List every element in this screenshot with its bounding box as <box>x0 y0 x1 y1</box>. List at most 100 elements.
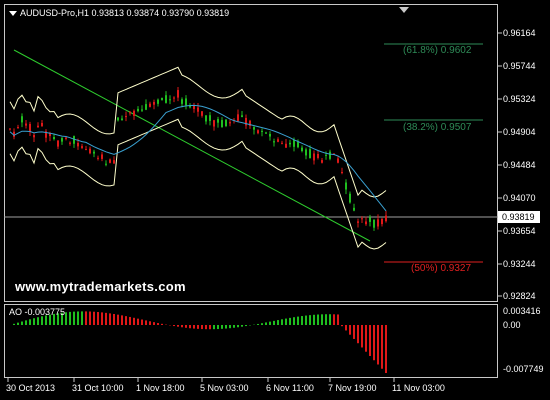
price-tick-label: 0.93654 <box>503 226 536 236</box>
ao-bar <box>173 325 175 327</box>
candle-body <box>217 119 219 123</box>
candle-body <box>305 149 307 156</box>
ao-bar <box>125 316 127 325</box>
time-tick-label: 5 Nov 03:00 <box>200 383 249 393</box>
ao-bar <box>257 323 259 325</box>
candle-body <box>165 95 167 103</box>
ao-bar <box>337 314 339 325</box>
candle-body <box>25 123 27 126</box>
ao-bar <box>205 325 207 330</box>
ao-bar <box>265 322 267 325</box>
ao-bar <box>317 314 319 325</box>
ao-bar <box>157 323 159 325</box>
candle-body <box>129 112 131 114</box>
candle-body <box>109 159 111 163</box>
ao-bar <box>309 315 311 325</box>
candle-body <box>277 139 279 142</box>
ao-bar <box>153 322 155 325</box>
ao-bar <box>213 325 215 330</box>
ao-bar <box>33 318 35 325</box>
ao-bar <box>269 321 271 325</box>
chart-canvas <box>4 32 502 382</box>
candle-body <box>157 99 159 104</box>
ao-bar <box>137 318 139 325</box>
candle-body <box>177 90 179 98</box>
candle-body <box>265 132 267 134</box>
time-tick-label: 11 Nov 03:00 <box>392 383 445 393</box>
fib-level-label: (38.2%) 0.9507 <box>403 122 472 133</box>
ao-tick-label: 0.00 <box>503 320 521 330</box>
ao-bar <box>101 312 103 325</box>
ao-bar <box>229 325 231 329</box>
candle-body <box>33 135 35 138</box>
ao-bar <box>85 311 87 325</box>
candle-body <box>153 101 155 105</box>
candle-body <box>69 142 71 144</box>
ao-bar <box>365 325 367 352</box>
candle-body <box>85 148 87 150</box>
ao-bar <box>193 325 195 329</box>
candle-body <box>293 139 295 147</box>
candle-body <box>81 146 83 148</box>
ao-bar <box>349 325 351 335</box>
candle-body <box>273 141 275 143</box>
price-tick-label: 0.94904 <box>503 127 536 137</box>
candle-body <box>353 207 355 211</box>
ao-bar <box>93 311 95 325</box>
price-tick-label: 0.95744 <box>503 61 536 71</box>
ao-bar <box>129 316 131 325</box>
candle-body <box>73 136 75 144</box>
ao-bar <box>361 325 363 348</box>
ao-bar <box>301 316 303 325</box>
one-click-trading-icon[interactable] <box>399 7 409 13</box>
candle-body <box>357 221 359 223</box>
watermark-text: www.mytrademarkets.com <box>15 279 186 294</box>
ao-bar <box>77 311 79 325</box>
ao-bar <box>121 315 123 325</box>
ao-bar <box>13 323 15 325</box>
candle-body <box>141 109 143 111</box>
ao-bar <box>73 311 75 325</box>
ao-bar <box>241 325 243 327</box>
chart-menu-arrow-icon[interactable] <box>9 11 17 16</box>
candle-body <box>193 105 195 110</box>
candle-body <box>9 128 11 130</box>
ao-bar <box>293 317 295 325</box>
ao-bar <box>289 317 291 325</box>
ao-bar <box>89 311 91 325</box>
ao-bar <box>261 323 263 325</box>
candle-body <box>385 215 387 222</box>
candle-body <box>89 148 91 154</box>
ao-bar <box>145 320 147 325</box>
current-price-label: 0.93819 <box>498 211 540 223</box>
ao-bar <box>17 322 19 325</box>
ao-bar <box>105 312 107 325</box>
ao-bar <box>97 312 99 325</box>
ao-bar <box>373 325 375 361</box>
price-tick-label: 0.92824 <box>503 291 536 301</box>
time-tick-label: 6 Nov 11:00 <box>266 383 314 393</box>
candle-body <box>341 171 343 173</box>
candle-body <box>137 108 139 112</box>
price-tick-label: 0.95324 <box>503 94 536 104</box>
ao-bar <box>113 313 115 325</box>
candle-body <box>93 151 95 154</box>
price-tick-label: 0.94070 <box>503 193 536 203</box>
price-tick-label: 0.96164 <box>503 28 536 38</box>
ao-bar <box>69 311 71 325</box>
ao-tick-label: -0.007749 <box>503 364 544 374</box>
candle-body <box>281 142 283 144</box>
candle-body <box>365 221 367 225</box>
candle-body <box>185 98 187 106</box>
ao-bar <box>117 314 119 325</box>
candle-body <box>325 154 327 156</box>
candle-body <box>237 114 239 121</box>
ao-bar <box>237 325 239 328</box>
ao-indicator-label: AO -0.003775 <box>9 307 66 317</box>
upper-band-line <box>9 66 387 198</box>
candle-body <box>373 219 375 228</box>
candle-body <box>209 115 211 121</box>
symbol-header: AUDUSD-Pro,H1 0.93813 0.93874 0.93790 0.… <box>20 8 230 18</box>
ao-bar <box>37 317 39 325</box>
ao-bar <box>29 319 31 325</box>
